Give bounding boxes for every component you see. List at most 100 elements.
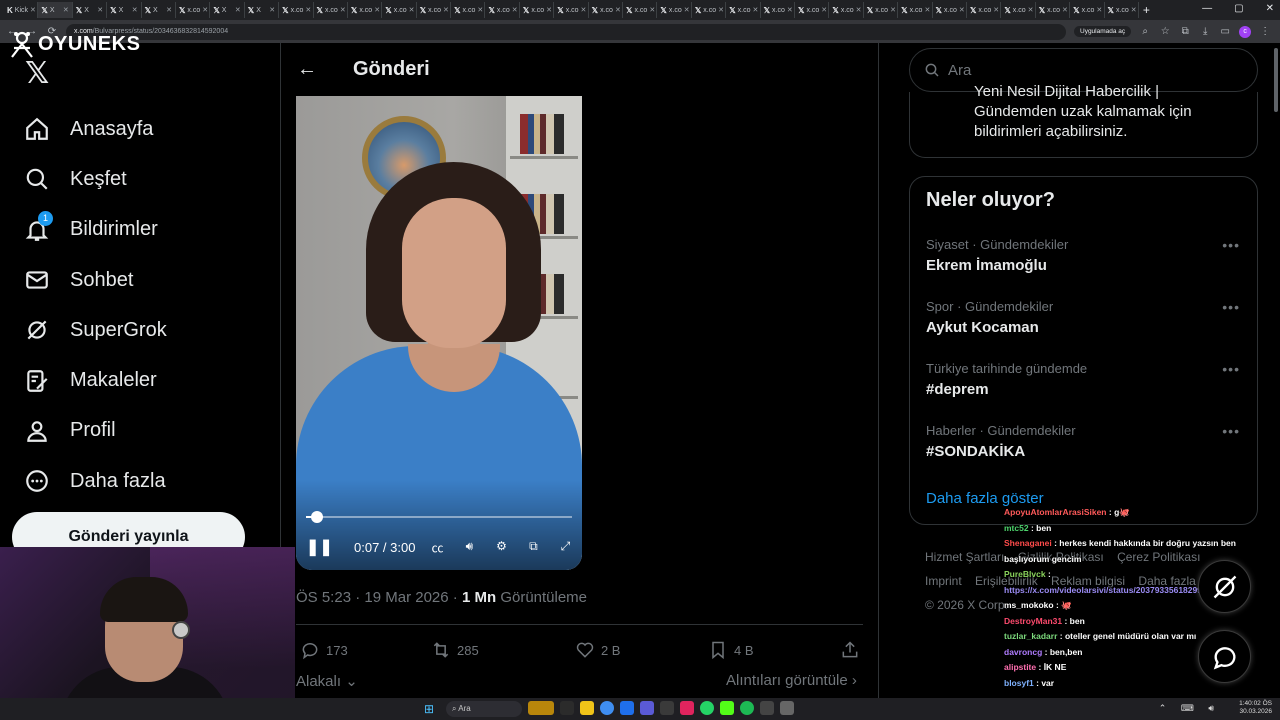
menu-kebab-icon[interactable]: ⋮ <box>1259 26 1271 37</box>
bookmark-star-icon[interactable]: ☆ <box>1159 26 1171 37</box>
sidebar-item-notifications[interactable]: 1 Bildirimler <box>12 205 262 255</box>
browser-tab[interactable]: 𝕏x.co ✕ <box>1105 2 1139 18</box>
tab-close-icon[interactable]: ✕ <box>235 6 241 14</box>
trend-item[interactable]: Siyaset · Gündemdekiler Ekrem İmamoğlu •… <box>926 237 1246 274</box>
browser-tab[interactable]: 𝕏 X ✕ <box>210 2 245 18</box>
like-button[interactable]: 2 B <box>575 640 708 660</box>
browser-tab[interactable]: 𝕏 X ✕ <box>107 2 142 18</box>
browser-tab[interactable]: 𝕏x.co ✕ <box>176 2 211 18</box>
more-dots-icon[interactable]: ••• <box>1222 361 1240 377</box>
tab-close-icon[interactable]: ✕ <box>202 6 208 14</box>
tab-close-icon[interactable]: ✕ <box>1062 6 1068 14</box>
tab-close-icon[interactable]: ✕ <box>581 6 587 14</box>
tab-close-icon[interactable]: ✕ <box>821 6 827 14</box>
sidebar-item-more[interactable]: Daha fazla <box>12 456 262 506</box>
tab-close-icon[interactable]: ✕ <box>718 6 724 14</box>
reply-button[interactable]: 173 <box>300 640 431 660</box>
tab-close-icon[interactable]: ✕ <box>924 6 930 14</box>
taskbar-app-icon[interactable] <box>640 701 654 715</box>
tab-close-icon[interactable]: ✕ <box>1131 6 1137 14</box>
minimize-icon[interactable]: — <box>1202 3 1212 14</box>
browser-tab[interactable]: 𝕏x.co ✕ <box>933 2 967 18</box>
browser-tab[interactable]: 𝕏x.co ✕ <box>864 2 899 18</box>
tab-close-icon[interactable]: ✕ <box>305 6 311 14</box>
video-progress-bar[interactable] <box>306 511 572 523</box>
browser-tab[interactable]: 𝕏x.co ✕ <box>348 2 383 18</box>
video-player[interactable]: ❚❚ 0:07 / 3:00 ㏄ 🔊︎ ⚙ ⧉ ⤢ <box>296 96 582 570</box>
browser-tab[interactable]: 𝕏x.co ✕ <box>967 2 1002 18</box>
trend-item[interactable]: Haberler · Gündemdekiler #SONDAKİKA ••• <box>926 423 1246 460</box>
taskbar-app-icon[interactable] <box>660 701 674 715</box>
url-field[interactable]: x.com/Bulvarpress/status/203463683281459… <box>66 23 1066 40</box>
tab-close-icon[interactable]: ✕ <box>166 6 172 14</box>
more-dots-icon[interactable]: ••• <box>1222 299 1240 315</box>
browser-tab[interactable]: 𝕏 X ✕ <box>73 2 108 18</box>
zoom-icon[interactable]: ⌕ <box>1139 26 1151 37</box>
extensions-icon[interactable]: ⧉ <box>1179 26 1191 37</box>
tab-close-icon[interactable]: ✕ <box>546 6 552 14</box>
browser-tab[interactable]: 𝕏x.co ✕ <box>554 2 589 18</box>
tab-close-icon[interactable]: ✕ <box>512 6 518 14</box>
tab-close-icon[interactable]: ✕ <box>649 6 655 14</box>
tab-close-icon[interactable]: ✕ <box>1028 6 1034 14</box>
browser-tab[interactable]: 𝕏x.co ✕ <box>1001 2 1036 18</box>
tab-close-icon[interactable]: ✕ <box>374 6 380 14</box>
tab-close-icon[interactable]: ✕ <box>753 6 759 14</box>
windows-start-icon[interactable]: ⊞ <box>424 702 434 716</box>
browser-tab[interactable]: K Kick ✕ <box>4 2 39 18</box>
sidebar-item-explore[interactable]: Keşfet <box>12 154 262 204</box>
tab-close-icon[interactable]: ✕ <box>684 6 690 14</box>
volume-icon[interactable]: 🔊︎ <box>459 539 479 555</box>
profile-avatar[interactable]: c <box>1239 25 1252 38</box>
repost-button[interactable]: 285 <box>431 640 575 660</box>
browser-tab[interactable]: 𝕏x.co ✕ <box>520 2 555 18</box>
video-progress-knob[interactable] <box>310 511 323 523</box>
tab-close-icon[interactable]: ✕ <box>856 6 862 14</box>
new-tab-button[interactable]: + <box>1143 3 1150 17</box>
tab-close-icon[interactable]: ✕ <box>615 6 621 14</box>
trend-item[interactable]: Spor · Gündemdekiler Aykut Kocaman ••• <box>926 299 1246 336</box>
post-date[interactable]: 19 Mar 2026 <box>364 589 448 606</box>
browser-tab[interactable]: 𝕏x.co ✕ <box>485 2 520 18</box>
taskbar-app-icon[interactable] <box>740 701 754 715</box>
browser-tab[interactable]: 𝕏x.co ✕ <box>623 2 658 18</box>
taskbar-app-icon[interactable] <box>760 701 774 715</box>
sidebar-item-profile[interactable]: Profil <box>12 406 262 456</box>
browser-tab[interactable]: 𝕏 X ✕ <box>245 2 280 18</box>
taskbar-app-icon[interactable] <box>560 701 574 715</box>
tab-close-icon[interactable]: ✕ <box>993 6 999 14</box>
settings-gear-icon[interactable]: ⚙ <box>491 539 511 555</box>
sidebar-item-messages[interactable]: Sohbet <box>12 255 262 305</box>
browser-tab[interactable]: 𝕏x.co ✕ <box>382 2 417 18</box>
tab-close-icon[interactable]: ✕ <box>269 6 275 14</box>
more-dots-icon[interactable]: ••• <box>1222 237 1240 253</box>
browser-tab[interactable]: 𝕏x.co ✕ <box>795 2 830 18</box>
pause-icon[interactable]: ❚❚ <box>306 537 333 557</box>
maximize-icon[interactable]: ▢ <box>1234 3 1243 14</box>
tab-close-icon[interactable]: ✕ <box>959 6 965 14</box>
taskbar-app-icon[interactable] <box>680 701 694 715</box>
captions-icon[interactable]: ㏄ <box>427 539 447 555</box>
browser-tab[interactable]: 𝕏x.co ✕ <box>657 2 692 18</box>
browser-tab[interactable]: 𝕏x.co ✕ <box>279 2 314 18</box>
taskbar-app-icon[interactable] <box>700 701 714 715</box>
related-tab[interactable]: Alakalı ⌄ <box>296 672 358 690</box>
fullscreen-icon[interactable]: ⤢ <box>555 539 575 555</box>
download-icon[interactable]: ⤓ <box>1199 26 1211 37</box>
tab-close-icon[interactable]: ✕ <box>1096 6 1102 14</box>
browser-tab[interactable]: 𝕏x.co ✕ <box>1070 2 1105 18</box>
tab-close-icon[interactable]: ✕ <box>477 6 483 14</box>
sidebar-item-articles[interactable]: Makaleler <box>12 355 262 405</box>
back-arrow-icon[interactable]: ← <box>282 58 332 81</box>
browser-tab[interactable]: 𝕏x.co ✕ <box>417 2 452 18</box>
taskbar-app-icon[interactable] <box>720 701 734 715</box>
browser-tab[interactable]: 𝕏x.co ✕ <box>898 2 933 18</box>
bookmark-button[interactable]: 4 B <box>708 640 840 660</box>
tab-close-icon[interactable]: ✕ <box>132 6 138 14</box>
taskbar-clock[interactable]: 1:40:02 ÖS 30.03.2026 <box>1239 700 1272 716</box>
tab-close-icon[interactable]: ✕ <box>340 6 346 14</box>
tab-close-icon[interactable]: ✕ <box>30 6 36 14</box>
taskbar-app-icon[interactable] <box>600 701 614 715</box>
system-tray-icons[interactable]: ⌃ ⌨ 🔊︎ <box>1159 703 1220 714</box>
browser-tab[interactable]: 𝕏x.co ✕ <box>589 2 624 18</box>
